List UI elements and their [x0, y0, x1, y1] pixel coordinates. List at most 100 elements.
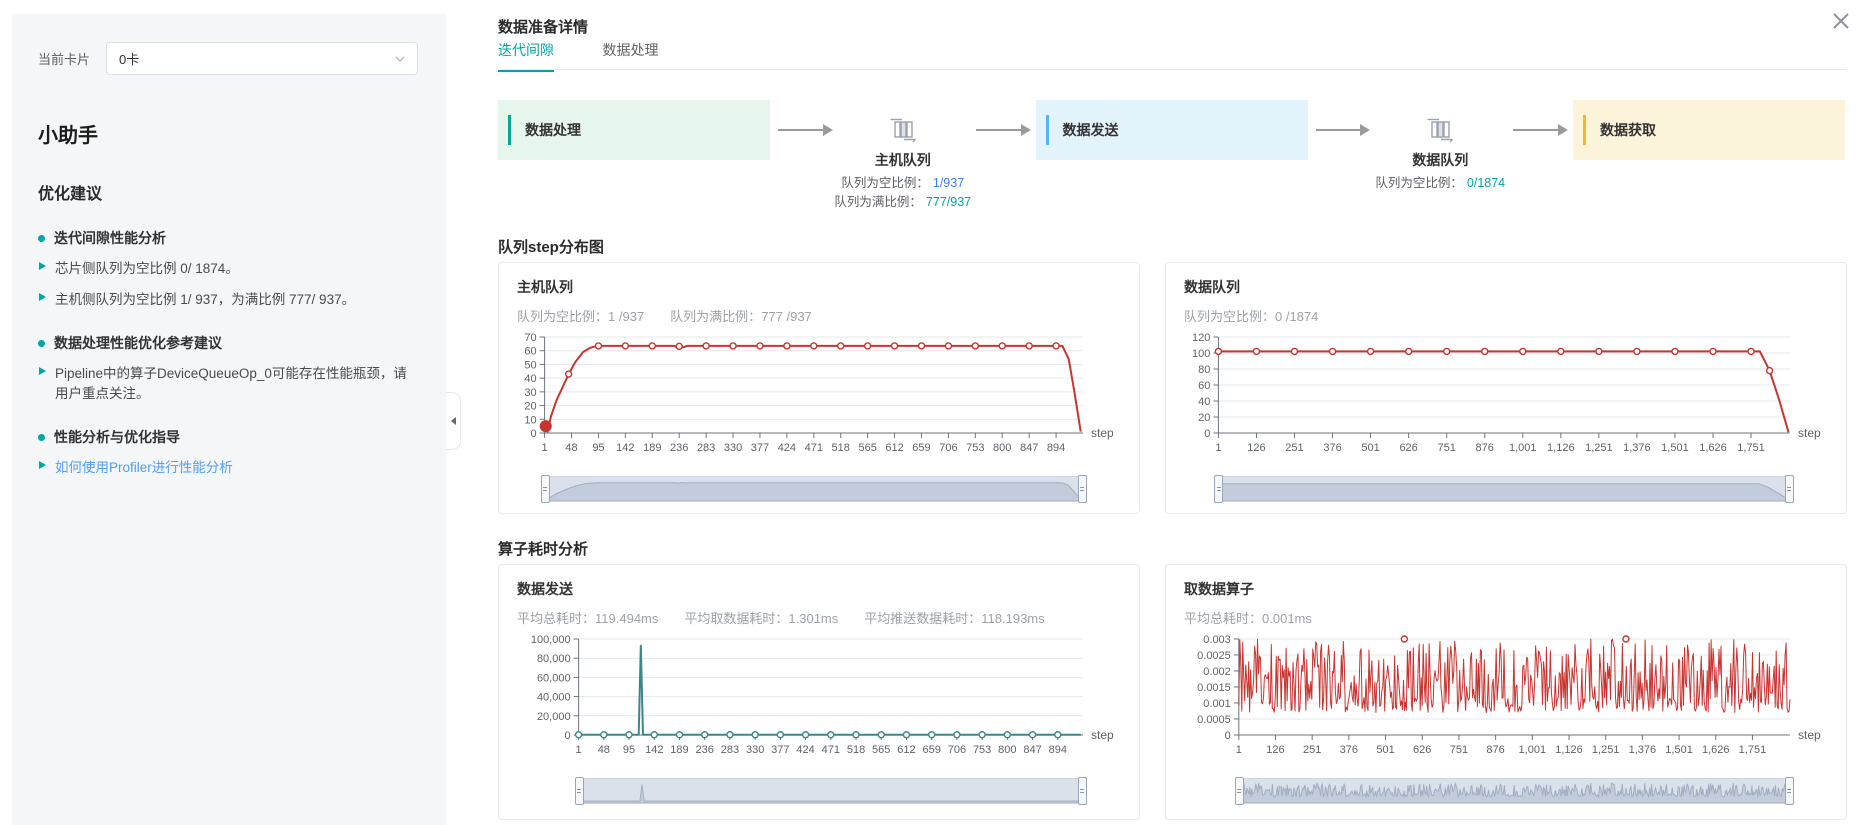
close-icon[interactable]	[1830, 10, 1852, 32]
arrow-bullet-icon	[39, 293, 46, 301]
profiler-guide-link[interactable]: 如何使用Profiler进行性能分析	[55, 458, 233, 478]
svg-text:659: 659	[912, 442, 930, 454]
svg-text:step: step	[1798, 728, 1821, 742]
bullet-dot-icon	[38, 434, 45, 441]
group-title: 性能分析与优化指导	[54, 427, 180, 447]
svg-text:0: 0	[1225, 730, 1231, 742]
stage-accent-bar	[1046, 115, 1049, 145]
datazoom-handle-right[interactable]	[1785, 777, 1794, 805]
datazoom-handle-left[interactable]	[541, 475, 550, 503]
queue-label: 主机队列	[875, 150, 931, 170]
svg-text:876: 876	[1476, 442, 1494, 454]
queue-stats: 队列为空比例：1/937 队列为满比例：777/937	[834, 174, 971, 213]
flow-arrow-icon	[1316, 129, 1362, 131]
data-send-datazoom-slider[interactable]	[579, 778, 1083, 804]
svg-text:0: 0	[530, 428, 536, 440]
svg-text:0.0015: 0.0015	[1197, 682, 1231, 694]
suggestions-heading: 优化建议	[38, 180, 446, 204]
datazoom-handle-left[interactable]	[1214, 475, 1223, 503]
svg-text:1,751: 1,751	[1737, 442, 1765, 454]
sidebar-collapse-handle[interactable]	[446, 392, 461, 450]
card-stats: 队列为空比例：0 /1874	[1184, 306, 1828, 325]
data-queue-node: 数据队列 队列为空比例：0/1874	[1375, 100, 1505, 193]
svg-text:0.0005: 0.0005	[1197, 714, 1231, 726]
fetch-data-op-chart: 00.00050.0010.00150.0020.00250.003112625…	[1184, 631, 1830, 767]
svg-text:40,000: 40,000	[537, 692, 571, 704]
svg-text:283: 283	[721, 744, 739, 756]
flow-arrow-icon	[1513, 129, 1559, 131]
stage-accent-bar	[508, 115, 511, 145]
svg-text:80: 80	[1198, 364, 1210, 376]
datazoom-selected-range	[1219, 477, 1789, 501]
assistant-sidebar: 当前卡片 0卡 小助手 优化建议 迭代间隙性能分析 芯片侧队列为空比例 0/ 1…	[12, 14, 446, 825]
svg-text:800: 800	[998, 744, 1016, 756]
queue-stats: 队列为空比例：0/1874	[1375, 174, 1505, 193]
stage-label: 数据处理	[525, 120, 581, 140]
card-stats: 平均总耗时：0.001ms	[1184, 608, 1828, 627]
svg-text:471: 471	[822, 744, 840, 756]
bullet-dot-icon	[38, 235, 45, 242]
svg-text:1: 1	[576, 744, 582, 756]
tab-data-processing[interactable]: 数据处理	[602, 40, 658, 70]
operator-time-cards: 数据发送 平均总耗时：119.494ms 平均取数据耗时：1.301ms 平均推…	[498, 564, 1847, 820]
svg-text:0.001: 0.001	[1203, 698, 1231, 710]
stage-data-send: 数据发送	[1036, 100, 1308, 160]
card-selector-dropdown[interactable]: 0卡	[106, 42, 418, 75]
svg-text:126: 126	[1247, 442, 1265, 454]
queue-step-cards: 主机队列 队列为空比例：1 /937 队列为满比例：777 /937 01020…	[498, 262, 1847, 514]
svg-text:626: 626	[1399, 442, 1417, 454]
tab-iteration-gap[interactable]: 迭代间隙	[498, 40, 554, 72]
svg-text:847: 847	[1020, 442, 1038, 454]
svg-text:189: 189	[643, 442, 661, 454]
svg-text:377: 377	[751, 442, 769, 454]
svg-text:501: 501	[1376, 744, 1394, 756]
svg-text:0.0025: 0.0025	[1197, 650, 1231, 662]
page-title: 数据准备详情	[498, 16, 588, 37]
svg-text:471: 471	[805, 442, 823, 454]
datazoom-handle-right[interactable]	[1078, 777, 1087, 805]
svg-text:894: 894	[1049, 744, 1067, 756]
svg-text:501: 501	[1361, 442, 1379, 454]
svg-text:50: 50	[524, 359, 536, 371]
assistant-title: 小助手	[38, 119, 446, 148]
svg-text:236: 236	[696, 744, 714, 756]
svg-text:1,376: 1,376	[1629, 744, 1657, 756]
datazoom-handle-left[interactable]	[575, 777, 584, 805]
queue-label: 数据队列	[1412, 150, 1468, 170]
svg-text:95: 95	[623, 744, 635, 756]
group-title: 数据处理性能优化参考建议	[54, 333, 222, 353]
svg-text:751: 751	[1437, 442, 1455, 454]
card-title: 取数据算子	[1184, 579, 1828, 599]
stage-accent-bar	[1583, 115, 1586, 145]
svg-text:659: 659	[923, 744, 941, 756]
datazoom-selected-range	[546, 477, 1082, 501]
fetch-data-op-datazoom-slider[interactable]	[1239, 778, 1790, 804]
datazoom-handle-left[interactable]	[1235, 777, 1244, 805]
svg-text:30: 30	[524, 387, 536, 399]
datazoom-handle-right[interactable]	[1785, 475, 1794, 503]
svg-text:706: 706	[939, 442, 957, 454]
host-queue-datazoom-slider[interactable]	[545, 476, 1083, 502]
svg-text:251: 251	[1285, 442, 1303, 454]
svg-text:1,251: 1,251	[1592, 744, 1620, 756]
svg-text:706: 706	[948, 744, 966, 756]
svg-text:20: 20	[524, 401, 536, 413]
svg-text:565: 565	[872, 744, 890, 756]
card-title: 数据队列	[1184, 277, 1828, 297]
arrow-bullet-icon	[39, 461, 46, 469]
collapse-left-icon	[451, 417, 456, 425]
svg-text:376: 376	[1340, 744, 1358, 756]
svg-text:142: 142	[645, 744, 663, 756]
svg-text:40: 40	[524, 373, 536, 385]
stage-data-processing: 数据处理	[498, 100, 770, 160]
data-queue-datazoom-slider[interactable]	[1218, 476, 1790, 502]
data-queue-chart: 02040608010012011262513765016267518761,0…	[1184, 329, 1830, 465]
svg-text:424: 424	[796, 744, 814, 756]
svg-text:0: 0	[1204, 428, 1210, 440]
data-send-chart: 020,00040,00060,00080,000100,00014895142…	[517, 631, 1123, 767]
section-title-queue-step: 队列step分布图	[498, 236, 604, 257]
svg-text:10: 10	[524, 414, 536, 426]
data-send-card: 数据发送 平均总耗时：119.494ms 平均取数据耗时：1.301ms 平均推…	[498, 564, 1140, 820]
svg-text:95: 95	[592, 442, 604, 454]
datazoom-handle-right[interactable]	[1078, 475, 1087, 503]
